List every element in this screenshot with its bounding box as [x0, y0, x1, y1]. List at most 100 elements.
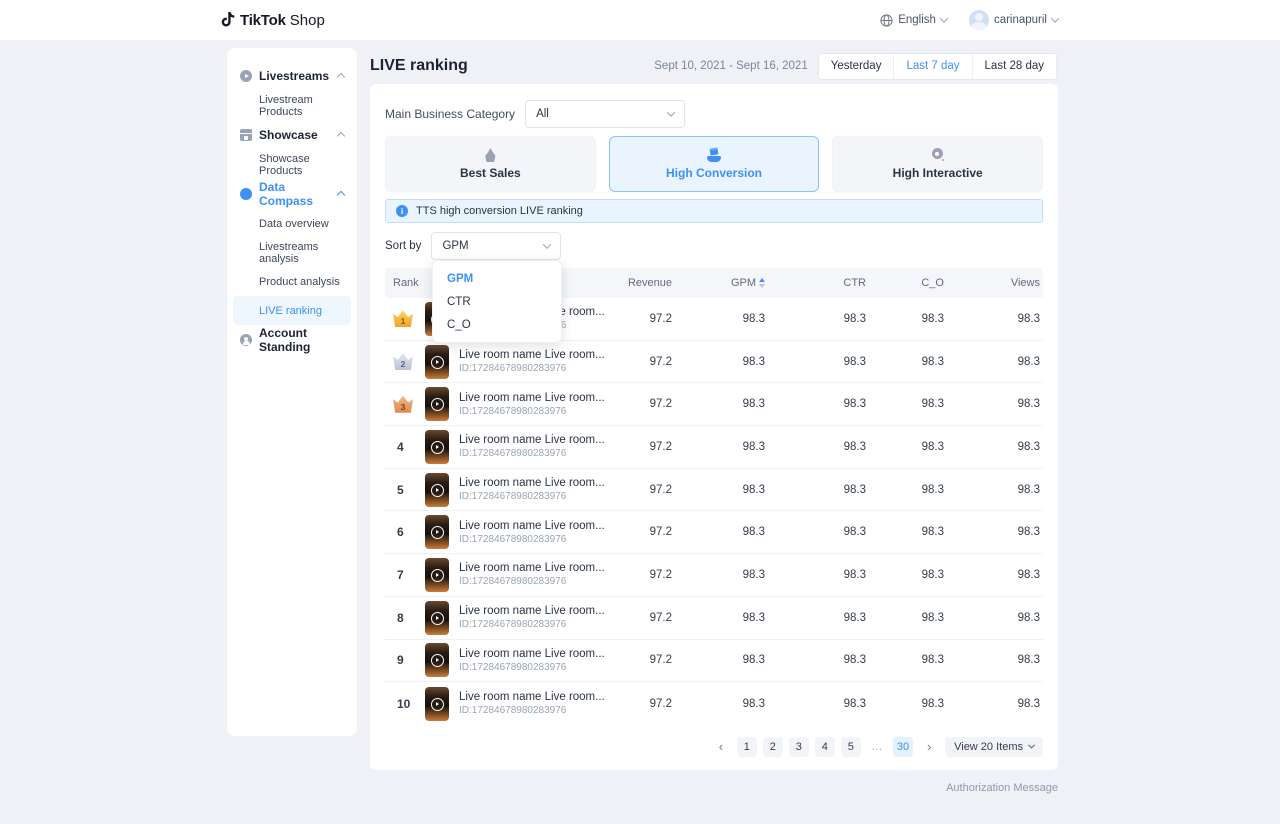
table-row[interactable]: 8 8 Live room name Live room... ID:17284…: [385, 597, 1043, 640]
user-menu[interactable]: carinapuril: [969, 10, 1058, 30]
rank-number: 9: [393, 653, 404, 667]
table-row[interactable]: 4 4 Live room name Live room... ID:17284…: [385, 426, 1043, 469]
ranking-tab[interactable]: High Conversion: [609, 136, 820, 192]
rank-medal-icon: 1: [393, 310, 413, 327]
live-room-name: Live room name Live room...: [459, 691, 605, 703]
rank-number: 4: [393, 440, 404, 454]
live-room-thumbnail[interactable]: [425, 430, 449, 464]
live-room-thumbnail[interactable]: [425, 601, 449, 635]
cell-c-o: 98.3: [869, 569, 947, 581]
category-select[interactable]: All: [525, 100, 685, 128]
column-header-ctr[interactable]: CTR: [768, 277, 869, 289]
cell-c-o: 98.3: [869, 484, 947, 496]
live-room-id: ID:17284678980283976: [459, 491, 605, 502]
sidebar-item[interactable]: LIVE ranking: [233, 296, 351, 325]
ranking-tab[interactable]: Best Sales: [385, 136, 596, 192]
table-row[interactable]: 6 6 Live room name Live room... ID:17284…: [385, 511, 1043, 554]
sidebar-item[interactable]: Product analysis: [233, 267, 351, 296]
live-room-thumbnail[interactable]: [425, 473, 449, 507]
table-row[interactable]: 7 7 Live room name Live room... ID:17284…: [385, 554, 1043, 597]
pagination-item[interactable]: 5: [841, 737, 861, 757]
cell-ctr: 98.3: [768, 654, 869, 666]
sort-by-label: Sort by: [385, 240, 421, 252]
date-filter-button[interactable]: Last 28 day: [973, 54, 1057, 79]
sidebar-item-icon: [240, 188, 252, 200]
sidebar-item[interactable]: Livestreams analysis: [233, 238, 351, 267]
live-room-thumbnail[interactable]: [425, 558, 449, 592]
sort-caret-icon: [759, 278, 765, 288]
cell-revenue: 97.2: [615, 612, 675, 624]
live-room-thumbnail[interactable]: [425, 387, 449, 421]
live-room-thumbnail[interactable]: [425, 515, 449, 549]
avatar: [969, 10, 989, 30]
logo-suffix: Shop: [290, 12, 325, 29]
sidebar-item[interactable]: Showcase Products: [233, 150, 351, 179]
live-room-thumbnail[interactable]: [425, 345, 449, 379]
date-filter-button[interactable]: Yesterday: [819, 54, 895, 79]
pagination-item[interactable]: …: [867, 737, 887, 757]
live-room-id: ID:17284678980283976: [459, 363, 605, 374]
live-room-name: Live room name Live room...: [459, 520, 605, 532]
live-room-thumbnail[interactable]: [425, 643, 449, 677]
ranking-tab-icon: [706, 148, 722, 162]
live-room-name: Live room name Live room...: [459, 648, 605, 660]
sidebar-item[interactable]: Livestream Products: [233, 91, 351, 120]
category-filter-label: Main Business Category: [385, 107, 515, 121]
cell-revenue: 97.2: [615, 441, 675, 453]
cell-c-o: 98.3: [869, 612, 947, 624]
date-filter-button[interactable]: Last 7 day: [894, 54, 972, 79]
ranking-tabs: Best Sales High Conversion High Interact…: [385, 136, 1043, 192]
authorization-message-link[interactable]: Authorization Message: [946, 782, 1058, 794]
sort-dropdown-option[interactable]: C_O: [433, 313, 561, 336]
table-row[interactable]: 3 3 Live room name Live room... ID:17284…: [385, 383, 1043, 426]
sidebar-item[interactable]: Account Standing: [233, 325, 351, 355]
cell-ctr: 98.3: [768, 356, 869, 368]
sidebar-item-label: Product analysis: [259, 276, 340, 288]
cell-gpm: 98.3: [675, 398, 768, 410]
pagination-item[interactable]: ›: [919, 737, 939, 757]
sort-select[interactable]: GPM: [431, 232, 561, 260]
table-row[interactable]: 9 9 Live room name Live room... ID:17284…: [385, 640, 1043, 683]
cell-views: 98.3: [947, 654, 1043, 666]
cell-ctr: 98.3: [768, 441, 869, 453]
live-room-name: Live room name Live room...: [459, 562, 605, 574]
column-header-revenue[interactable]: Revenue: [615, 277, 675, 289]
cell-gpm: 98.3: [675, 698, 768, 710]
live-room-name: Live room name Live room...: [459, 605, 605, 617]
pagination-item[interactable]: 4: [815, 737, 835, 757]
cell-revenue: 97.2: [615, 654, 675, 666]
tiktok-shop-logo[interactable]: TikTok Shop: [220, 11, 325, 29]
sidebar-item[interactable]: Showcase: [233, 120, 351, 150]
chevron-up-icon: [337, 73, 345, 81]
cell-revenue: 97.2: [615, 698, 675, 710]
table-row[interactable]: 2 2 Live room name Live room... ID:17284…: [385, 341, 1043, 384]
pagination-item[interactable]: 1: [737, 737, 757, 757]
column-header-views[interactable]: Views: [947, 277, 1043, 289]
cell-ctr: 98.3: [768, 398, 869, 410]
sidebar-item[interactable]: Livestreams: [233, 61, 351, 91]
pagination-item[interactable]: ‹: [711, 737, 731, 757]
live-room-name: Live room name Live room...: [459, 434, 605, 446]
column-header-gpm[interactable]: GPM: [675, 277, 768, 289]
sidebar-item-label: LIVE ranking: [259, 305, 322, 317]
language-selector[interactable]: English: [880, 14, 947, 27]
sidebar-item-label: Account Standing: [259, 326, 344, 354]
sort-dropdown-option[interactable]: CTR: [433, 290, 561, 313]
cell-ctr: 98.3: [768, 526, 869, 538]
cell-views: 98.3: [947, 484, 1043, 496]
table-row[interactable]: 10 10 Live room name Live room... ID:172…: [385, 682, 1043, 725]
rank-medal-icon: 2: [393, 353, 413, 370]
pagination-item[interactable]: 3: [789, 737, 809, 757]
sidebar-item[interactable]: Data Compass: [233, 179, 351, 209]
cell-ctr: 98.3: [768, 313, 869, 325]
pagination-item[interactable]: 2: [763, 737, 783, 757]
live-room-thumbnail[interactable]: [425, 687, 449, 721]
sidebar-item[interactable]: Data overview: [233, 209, 351, 238]
ranking-tab[interactable]: High Interactive: [832, 136, 1043, 192]
cell-gpm: 98.3: [675, 526, 768, 538]
column-header-c-o[interactable]: C_O: [869, 277, 947, 289]
table-row[interactable]: 5 5 Live room name Live room... ID:17284…: [385, 469, 1043, 512]
sort-dropdown-option[interactable]: GPM: [433, 267, 561, 290]
pagination-item[interactable]: 30: [893, 737, 913, 757]
page-size-select[interactable]: View 20 Items: [945, 737, 1043, 757]
